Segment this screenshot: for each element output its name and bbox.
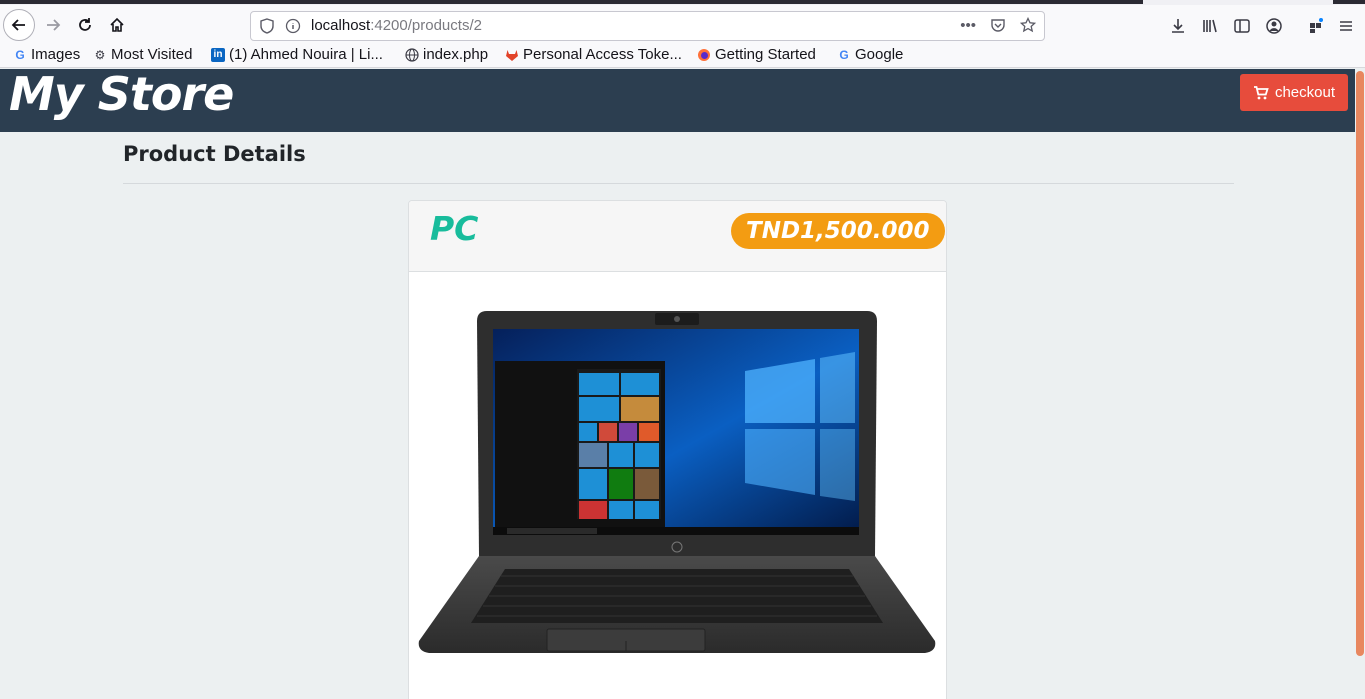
library-icon xyxy=(1203,19,1217,33)
bookmark-images[interactable]: G Images xyxy=(13,46,80,63)
cart-icon xyxy=(1253,85,1269,99)
reload-button[interactable] xyxy=(69,9,101,41)
bookmark-linkedin[interactable]: in (1) Ahmed Nouira | Li... xyxy=(211,46,383,63)
download-icon xyxy=(1172,19,1184,33)
arrow-right-icon xyxy=(47,19,61,31)
gear-icon: ⚙ xyxy=(94,47,106,62)
shield-icon[interactable] xyxy=(259,18,275,34)
library-button[interactable] xyxy=(1198,14,1222,38)
bookmark-personal-access-tokens[interactable]: Personal Access Toke... xyxy=(505,46,682,63)
menu-button[interactable] xyxy=(1334,14,1358,38)
bookmark-most-visited[interactable]: ⚙ Most Visited xyxy=(93,46,193,63)
page: My Store checkout Product Details PC TND… xyxy=(0,67,1355,699)
globe-icon xyxy=(405,47,419,62)
page-scrollbar[interactable] xyxy=(1355,69,1365,699)
downloads-button[interactable] xyxy=(1166,14,1190,38)
linkedin-icon: in xyxy=(211,47,225,62)
google-icon: G xyxy=(15,47,25,62)
bookmarks-toolbar: G Images ⚙ Most Visited in (1) Ahmed Nou… xyxy=(0,44,1365,68)
url-actions: ••• xyxy=(960,17,1036,34)
reload-icon xyxy=(79,18,91,31)
product-card-header: PC TND1,500.000 xyxy=(409,201,946,272)
checkout-label: checkout xyxy=(1274,84,1336,101)
scrollbar-thumb[interactable] xyxy=(1356,71,1364,656)
bookmark-label: Getting Started xyxy=(715,46,816,63)
account-button[interactable] xyxy=(1262,14,1286,38)
url-host: localhost xyxy=(311,17,371,34)
back-button[interactable] xyxy=(3,9,35,41)
checkout-button[interactable]: checkout xyxy=(1240,74,1348,111)
sidebar-button[interactable] xyxy=(1230,14,1254,38)
bookmark-getting-started[interactable]: Getting Started xyxy=(697,46,816,63)
firefox-icon xyxy=(698,48,710,61)
hamburger-icon xyxy=(1340,21,1352,31)
home-button[interactable] xyxy=(101,9,133,41)
brand-title[interactable]: My Store xyxy=(9,67,234,121)
bookmark-google[interactable]: G Google xyxy=(837,46,903,63)
page-title: Product Details xyxy=(123,142,306,166)
navbar: My Store checkout xyxy=(0,67,1355,132)
google-icon: G xyxy=(839,47,849,62)
forward-button[interactable] xyxy=(37,9,69,41)
home-icon xyxy=(110,17,124,32)
url-text[interactable]: localhost:4200/products/2 xyxy=(311,17,482,34)
gitlab-icon xyxy=(506,49,518,61)
product-name: PC xyxy=(430,209,479,248)
arrow-left-icon xyxy=(11,19,25,31)
bookmark-label: Most Visited xyxy=(111,46,193,63)
bookmark-index-php[interactable]: index.php xyxy=(405,46,488,63)
url-path: :4200/products/2 xyxy=(370,17,482,34)
info-icon[interactable] xyxy=(285,18,301,34)
bookmark-label: (1) Ahmed Nouira | Li... xyxy=(229,46,383,63)
bookmark-label: Images xyxy=(31,46,81,63)
account-icon xyxy=(1266,18,1282,34)
extensions-button[interactable] xyxy=(1304,14,1328,38)
bookmark-label: Google xyxy=(855,46,904,63)
bookmark-label: Personal Access Toke... xyxy=(523,46,682,63)
bookmark-label: index.php xyxy=(423,46,489,63)
page-actions-menu[interactable]: ••• xyxy=(960,17,976,34)
laptop-image xyxy=(418,311,936,653)
bookmark-star-icon[interactable] xyxy=(1020,17,1036,33)
browser-toolbar: localhost:4200/products/2 ••• xyxy=(0,5,1365,44)
product-card: PC TND1,500.000 xyxy=(408,200,947,699)
extensions-icon xyxy=(1310,18,1323,33)
sidebar-icon xyxy=(1234,19,1250,33)
pocket-icon[interactable] xyxy=(990,17,1006,33)
divider xyxy=(123,183,1234,184)
url-bar[interactable]: localhost:4200/products/2 ••• xyxy=(250,11,1045,41)
price-badge: TND1,500.000 xyxy=(731,213,945,249)
